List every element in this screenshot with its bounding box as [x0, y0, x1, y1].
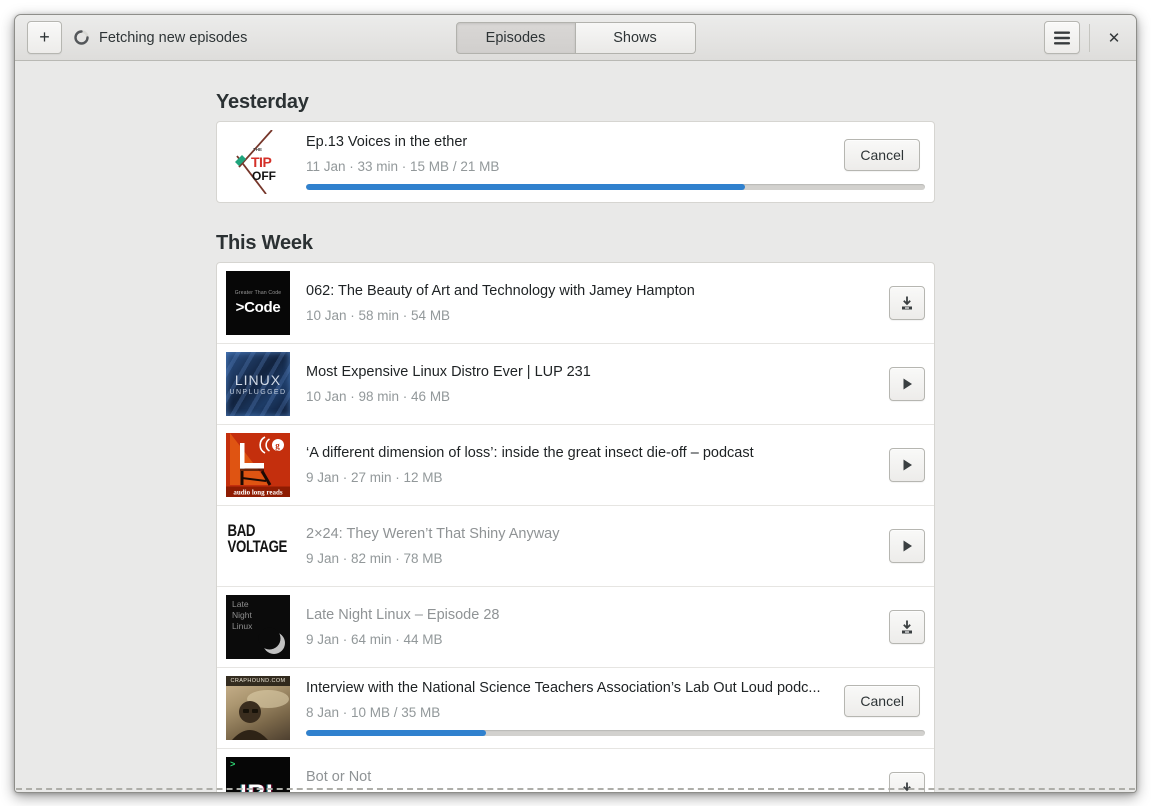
artwork-label: LINUX: [234, 372, 282, 388]
play-icon: [903, 378, 912, 390]
artwork-audio-long-reads: g audio long reads: [226, 433, 290, 497]
refresh-spinner-icon: [74, 30, 89, 45]
close-window-button[interactable]: ✕: [1099, 23, 1129, 53]
play-button[interactable]: [889, 448, 925, 482]
episodes-feed: Yesterday THE TIP OFF Ep.13 Voices in th…: [216, 61, 935, 792]
play-button[interactable]: [889, 529, 925, 563]
artwork-greater-than-code: Greater Than Code >Code: [226, 271, 290, 335]
section-title-this-week: This Week: [216, 232, 313, 254]
tab-shows[interactable]: Shows: [575, 22, 696, 54]
artwork-label: >Code: [235, 299, 281, 316]
hamburger-icon: [1054, 31, 1070, 44]
episode-row-craphound[interactable]: CRAPHOUND.COM Interview with the Nationa…: [217, 667, 934, 748]
artwork-label: CRAPHOUND.COM: [226, 676, 290, 686]
podcasts-window: + Fetching new episodes Episodes Shows ✕…: [14, 14, 1137, 793]
episode-meta: 10 Jan · 58 min · 54 MB: [306, 307, 451, 323]
download-progressbar: [306, 184, 925, 190]
header-separator: [1089, 23, 1090, 52]
episode-title: 2×24: They Weren’t That Shiny Anyway: [306, 525, 560, 542]
episode-row-greater-than-code[interactable]: Greater Than Code >Code 062: The Beauty …: [217, 263, 934, 343]
view-switcher: Episodes Shows: [455, 22, 696, 54]
episode-row-bad-voltage[interactable]: BAD VOLTAGE 2×24: They Weren’t That Shiny…: [217, 505, 934, 586]
svg-text:TIP: TIP: [251, 154, 271, 170]
episode-meta: 9 Jan · 64 min · 44 MB: [306, 631, 443, 647]
episodes-view: Yesterday THE TIP OFF Ep.13 Voices in th…: [15, 61, 1136, 792]
artwork-label: IRL: [240, 780, 282, 792]
menu-button[interactable]: [1044, 21, 1080, 54]
artwork-irl: > IRL: [226, 757, 290, 792]
episode-row-audio-long-reads[interactable]: g audio long reads ‘A different dimensio…: [217, 424, 934, 505]
artwork-label: Greater Than Code: [234, 290, 282, 296]
episode-meta: 9 Jan · 27 min · 12 MB: [306, 469, 443, 485]
episode-row-late-night-linux[interactable]: Late Night Linux Late Night Linux – Episod…: [217, 586, 934, 667]
cancel-download-button[interactable]: Cancel: [844, 684, 920, 717]
header-bar: + Fetching new episodes Episodes Shows ✕: [15, 15, 1136, 61]
episode-title: 062: The Beauty of Art and Technology wi…: [306, 282, 695, 299]
download-progress-fill: [306, 184, 746, 190]
episode-row-tip-off[interactable]: THE TIP OFF Ep.13 Voices in the ether 11…: [217, 122, 934, 202]
download-button[interactable]: [889, 610, 925, 644]
artwork-linux-unplugged: LINUX UNPLUGGED: [226, 352, 290, 416]
this-week-card: Greater Than Code >Code 062: The Beauty …: [216, 262, 935, 792]
play-icon: [903, 459, 912, 471]
artwork-label: >: [230, 760, 236, 770]
moon-icon: [258, 627, 285, 654]
section-title-yesterday: Yesterday: [216, 91, 309, 113]
episode-title: Ep.13 Voices in the ether: [306, 134, 468, 150]
svg-text:THE: THE: [253, 147, 262, 152]
artwork-bad-voltage: BAD VOLTAGE: [226, 514, 290, 578]
add-podcast-button[interactable]: +: [27, 21, 62, 54]
download-icon: [902, 296, 912, 310]
svg-text:g: g: [275, 441, 280, 451]
episode-title: Bot or Not: [306, 768, 372, 785]
episode-title: Interview with the National Science Teac…: [306, 680, 821, 696]
svg-text:audio long reads: audio long reads: [233, 489, 283, 497]
desktop: + Fetching new episodes Episodes Shows ✕…: [0, 0, 1151, 806]
play-icon: [903, 540, 912, 552]
header-right-controls: ✕: [1044, 21, 1129, 54]
artwork-the-tip-off: THE TIP OFF: [226, 130, 290, 194]
status-text: Fetching new episodes: [99, 29, 248, 46]
episode-row-irl[interactable]: > IRL Bot or Not: [217, 748, 934, 792]
artwork-label: BAD VOLTAGE: [227, 521, 288, 556]
scroll-undershoot-indicator: [16, 788, 1135, 790]
play-button[interactable]: [889, 367, 925, 401]
episode-meta: 11 Jan · 33 min · 15 MB / 21 MB: [306, 159, 500, 174]
download-icon: [903, 782, 911, 792]
artwork-label: Late Night Linux: [232, 599, 253, 632]
download-progress-fill: [306, 730, 486, 736]
yesterday-card: THE TIP OFF Ep.13 Voices in the ether 11…: [216, 121, 935, 203]
download-icon: [902, 620, 912, 634]
artwork-craphound: CRAPHOUND.COM: [226, 676, 290, 740]
svg-text:OFF: OFF: [252, 169, 276, 183]
episode-title: ‘A different dimension of loss’: inside …: [306, 444, 754, 461]
cancel-download-button[interactable]: Cancel: [844, 138, 920, 171]
artwork-late-night-linux: Late Night Linux: [226, 595, 290, 659]
episode-title: Most Expensive Linux Distro Ever | LUP 2…: [306, 363, 591, 380]
tab-episodes[interactable]: Episodes: [455, 22, 576, 54]
download-progressbar: [306, 730, 925, 736]
episode-row-linux-unplugged[interactable]: LINUX UNPLUGGED Most Expensive Linux Dis…: [217, 343, 934, 424]
episode-meta: 9 Jan · 82 min · 78 MB: [306, 550, 443, 566]
episode-meta: 8 Jan · 10 MB / 35 MB: [306, 705, 441, 720]
artwork-label: UNPLUGGED: [229, 389, 287, 396]
episode-meta: 10 Jan · 98 min · 46 MB: [306, 388, 451, 404]
episode-title: Late Night Linux – Episode 28: [306, 606, 500, 623]
download-button[interactable]: [889, 286, 925, 320]
